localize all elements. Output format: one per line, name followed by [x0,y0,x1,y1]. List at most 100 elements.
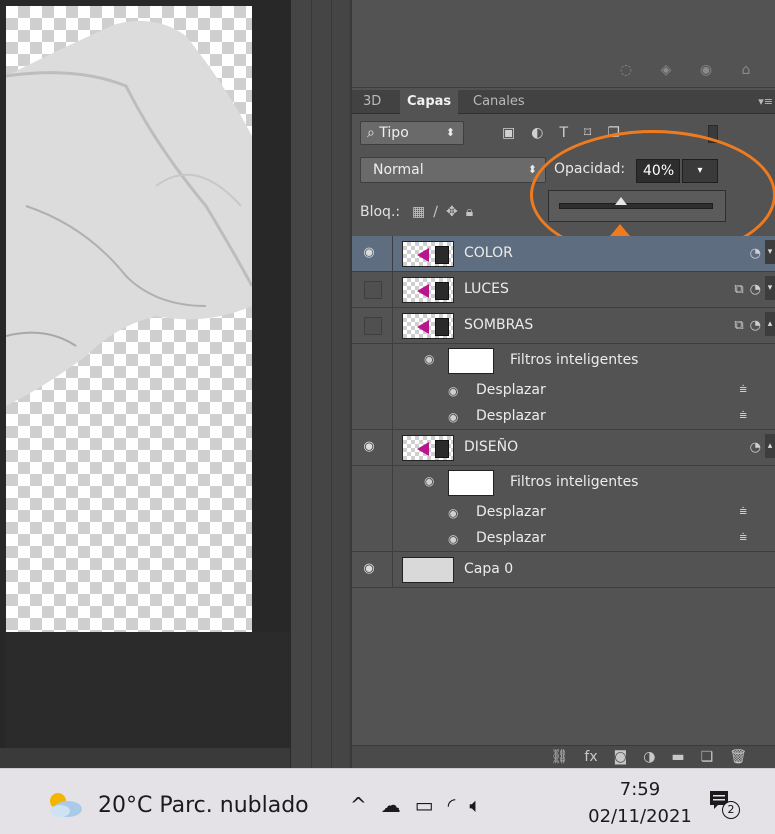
row-separator [392,430,393,465]
opacity-slider-thumb[interactable] [614,197,627,205]
blend-mode-select[interactable]: Normal ⬍ [360,157,546,183]
notification-center[interactable]: 2 [708,789,740,819]
visibility-eye-icon[interactable]: ◉ [358,244,380,262]
smart-filters-label: Filtros inteligentes [510,352,639,368]
lock-position-icon[interactable]: ✥ [446,204,458,220]
lock-transparency-icon[interactable]: ▦ [412,204,425,220]
filter-row[interactable]: ◉ Desplazar ⩧ [352,404,775,430]
filter-toggle-switch[interactable] [708,125,718,143]
filter-row[interactable]: ◉ Desplazar ⩧ [352,500,775,526]
eye-icon[interactable]: ◉ [697,62,715,78]
tab-3d[interactable]: 3D [356,90,388,114]
adjustment-icon[interactable]: ◑ [643,749,655,765]
select-arrows-icon: ⬍ [527,163,537,176]
layers-panel-footer: ⛓︎ fx ◙ ◑ ▬ ❏ 🗑︎ [352,745,775,769]
smart-object-filter-icon[interactable]: ❐ [607,125,620,141]
filter-name: Desplazar [476,382,546,398]
weather-cloud-sun-icon[interactable] [44,789,86,819]
visibility-eye-icon[interactable]: ◉ [358,438,380,456]
filter-kind-select[interactable]: ⌕ Tipo ⬍ [360,121,464,145]
layer-thumbnail [402,313,454,339]
new-layer-icon[interactable]: ❏ [701,749,714,765]
row-separator [392,526,393,551]
folder-icon[interactable]: ▬ [671,749,684,765]
expand-toggle-icon[interactable]: ▾ [765,240,775,264]
shape-filter-icon[interactable]: ⌑ [584,125,591,141]
visibility-toggle-off[interactable] [364,317,382,335]
layer-name: COLOR [464,245,513,261]
selection-icon[interactable]: ◌ [617,62,635,78]
visibility-eye-icon[interactable]: ◉ [358,560,380,578]
layer-name: DISEÑO [464,439,519,455]
trash-icon[interactable]: ⌂ [737,62,755,78]
layer-row[interactable]: ◉ DISEÑO ◔ ▴ [352,430,775,466]
visibility-toggle-off[interactable] [364,281,382,299]
clock[interactable]: 7:59 02/11/2021 [580,779,700,827]
filter-row[interactable]: ◉ Desplazar ⩧ [352,526,775,552]
type-filter-icon[interactable]: T [559,125,568,141]
document-canvas[interactable] [6,6,252,632]
expand-toggle-icon[interactable]: ▾ [765,276,775,300]
row-separator [392,552,393,587]
layer-thumbnail [402,241,454,267]
select-arrows-icon: ⬍ [445,126,455,139]
collapse-toggle-icon[interactable]: ▴ [765,434,775,458]
filter-options-icon[interactable]: ⩧ [739,504,747,519]
filter-options-icon[interactable]: ⩧ [739,382,747,397]
row-separator [392,466,393,500]
opacity-input[interactable]: 40% [636,159,680,183]
opacity-slider-track[interactable] [559,203,713,209]
gutter-divider [311,0,312,768]
link-icon[interactable]: ⛓︎ [551,749,569,765]
tab-canales[interactable]: Canales [466,90,532,114]
wifi-icon[interactable]: ◜ [448,793,456,817]
cloud-icon[interactable]: ☁︎ [381,793,401,817]
clip-icon: ⧉ [734,282,744,297]
smart-filters-row[interactable]: ◉ Filtros inteligentes [352,466,775,500]
row-separator [392,272,393,307]
smart-object-icon: ◔ [749,246,761,261]
opacity-slider-popup [548,190,726,222]
visibility-eye-icon[interactable]: ◉ [448,410,458,424]
row-separator [392,378,393,404]
load-icon[interactable]: ◈ [657,62,675,78]
visibility-eye-icon[interactable]: ◉ [424,352,434,366]
layer-row[interactable]: ◉ COLOR ◔ ▾ [352,236,775,272]
layer-name: SOMBRAS [464,317,534,333]
filter-row[interactable]: ◉ Desplazar ⩧ [352,378,775,404]
filter-options-icon[interactable]: ⩧ [739,408,747,423]
lock-brush-icon[interactable]: ∕ [433,204,438,220]
collapse-toggle-icon[interactable]: ▴ [765,312,775,336]
weather-text[interactable]: 20°C Parc. nublado [98,793,309,818]
tshirt-image [6,20,252,406]
layer-row[interactable]: ◉ Capa 0 [352,552,775,588]
clock-date: 02/11/2021 [588,806,692,827]
battery-icon[interactable]: ▭ [415,793,434,817]
filter-options-icon[interactable]: ⩧ [739,530,747,545]
lock-all-icon[interactable]: 🔒︎ [466,204,473,220]
pixel-filter-icon[interactable]: ▣ [502,125,515,141]
adjustment-filter-icon[interactable]: ◐ [531,125,543,141]
layers-list: ◉ COLOR ◔ ▾ LUCES ⧉ ◔ ▾ SOMBRAS ⧉ ◔ ▴ ◉ … [352,236,775,588]
mask-icon[interactable]: ◙ [614,749,628,765]
windows-taskbar: 20°C Parc. nublado ^ ☁︎ ▭ ◜ 🔈︎ 7:59 02/1… [0,768,775,834]
layer-row[interactable]: SOMBRAS ⧉ ◔ ▴ [352,308,775,344]
filter-name: Desplazar [476,504,546,520]
visibility-eye-icon[interactable]: ◉ [448,384,458,398]
smart-filters-row[interactable]: ◉ Filtros inteligentes [352,344,775,378]
tab-capas[interactable]: Capas [400,90,459,114]
smart-filters-label: Filtros inteligentes [510,474,639,490]
notification-count-badge: 2 [722,801,740,819]
panel-menu-icon[interactable]: ▾≡ [758,90,773,114]
layer-row[interactable]: LUCES ⧉ ◔ ▾ [352,272,775,308]
chevron-up-icon[interactable]: ^ [350,793,367,817]
visibility-eye-icon[interactable]: ◉ [448,532,458,546]
trash-icon[interactable]: 🗑︎ [729,749,747,765]
layer-badges: ◔ [750,440,761,455]
fx-icon[interactable]: fx [584,749,597,765]
opacity-dropdown-button[interactable]: ▾ [682,159,718,183]
visibility-eye-icon[interactable]: ◉ [448,506,458,520]
canvas-status-bar [0,748,290,768]
visibility-eye-icon[interactable]: ◉ [424,474,434,488]
volume-icon[interactable]: 🔈︎ [469,793,481,817]
